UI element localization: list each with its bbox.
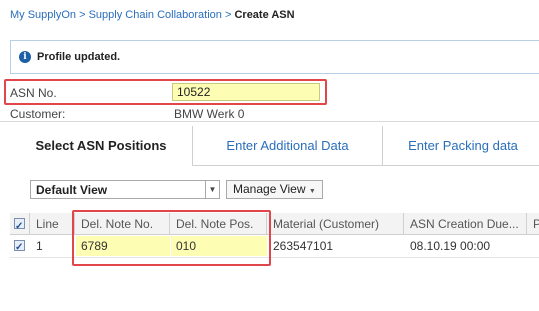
tab-enter-packing-data[interactable]: Enter Packing data	[383, 126, 539, 166]
table-row[interactable]: ✓ 1 6789 010 263547101 08.10.19 00:00	[10, 236, 539, 256]
cell-material-customer: 263547101	[273, 239, 334, 253]
grid-header: ✓ Line Del. Note No. Del. Note Pos. Mate…	[10, 213, 539, 235]
asn-number-label: ASN No.	[10, 86, 57, 100]
breadcrumb-current: Create ASN	[234, 9, 295, 21]
tab-enter-additional-data[interactable]: Enter Additional Data	[193, 126, 383, 166]
breadcrumb-separator: >	[79, 9, 86, 21]
asn-number-input[interactable]	[172, 83, 320, 101]
row-select-cell[interactable]: ✓	[10, 236, 30, 256]
column-header-line[interactable]: Line	[31, 213, 75, 235]
manage-view-label: Manage View	[233, 182, 306, 196]
asn-tabs: Select ASN Positions Enter Additional Da…	[10, 126, 539, 166]
grid-divider	[10, 257, 539, 258]
caret-down-icon: ▼	[308, 188, 316, 195]
breadcrumb-my-supplyon[interactable]: My SupplyOn	[10, 9, 76, 21]
breadcrumb-separator: >	[224, 9, 232, 21]
chevron-down-icon[interactable]: ▼	[205, 181, 219, 198]
view-select[interactable]: Default View ▼	[30, 180, 220, 199]
cell-del-note-pos[interactable]: 010	[171, 236, 267, 256]
select-all-cell[interactable]: ✓	[10, 213, 30, 235]
select-all-checkbox[interactable]: ✓	[14, 218, 25, 232]
asn-number-row: ASN No.	[0, 81, 539, 103]
check-icon: ✓	[15, 221, 24, 232]
tab-select-asn-positions[interactable]: Select ASN Positions	[10, 126, 193, 166]
profile-updated-notice: i Profile updated.	[10, 40, 539, 74]
notice-text: Profile updated.	[37, 51, 121, 63]
view-select-value: Default View	[36, 183, 108, 197]
column-header-p[interactable]: P	[528, 213, 539, 235]
row-checkbox[interactable]: ✓	[14, 240, 25, 253]
cell-del-note-no[interactable]: 6789	[76, 236, 170, 256]
column-header-asn-creation-due[interactable]: ASN Creation Due...	[405, 213, 527, 235]
column-header-material-customer[interactable]: Material (Customer)	[268, 213, 404, 235]
check-icon: ✓	[15, 242, 24, 253]
cell-line: 1	[36, 239, 43, 253]
breadcrumb: My SupplyOn > Supply Chain Collaboration…	[10, 9, 295, 21]
customer-value: BMW Werk 0	[174, 107, 245, 121]
column-header-del-note-pos[interactable]: Del. Note Pos.	[171, 213, 267, 235]
breadcrumb-supply-chain-collaboration[interactable]: Supply Chain Collaboration	[89, 9, 222, 21]
manage-view-button[interactable]: Manage View ▼	[226, 180, 323, 199]
cell-asn-creation-due: 08.10.19 00:00	[410, 239, 491, 253]
column-header-del-note-no[interactable]: Del. Note No.	[76, 213, 170, 235]
customer-row: Customer: BMW Werk 0	[0, 106, 539, 122]
info-icon: i	[19, 51, 31, 63]
customer-label: Customer:	[10, 107, 66, 121]
